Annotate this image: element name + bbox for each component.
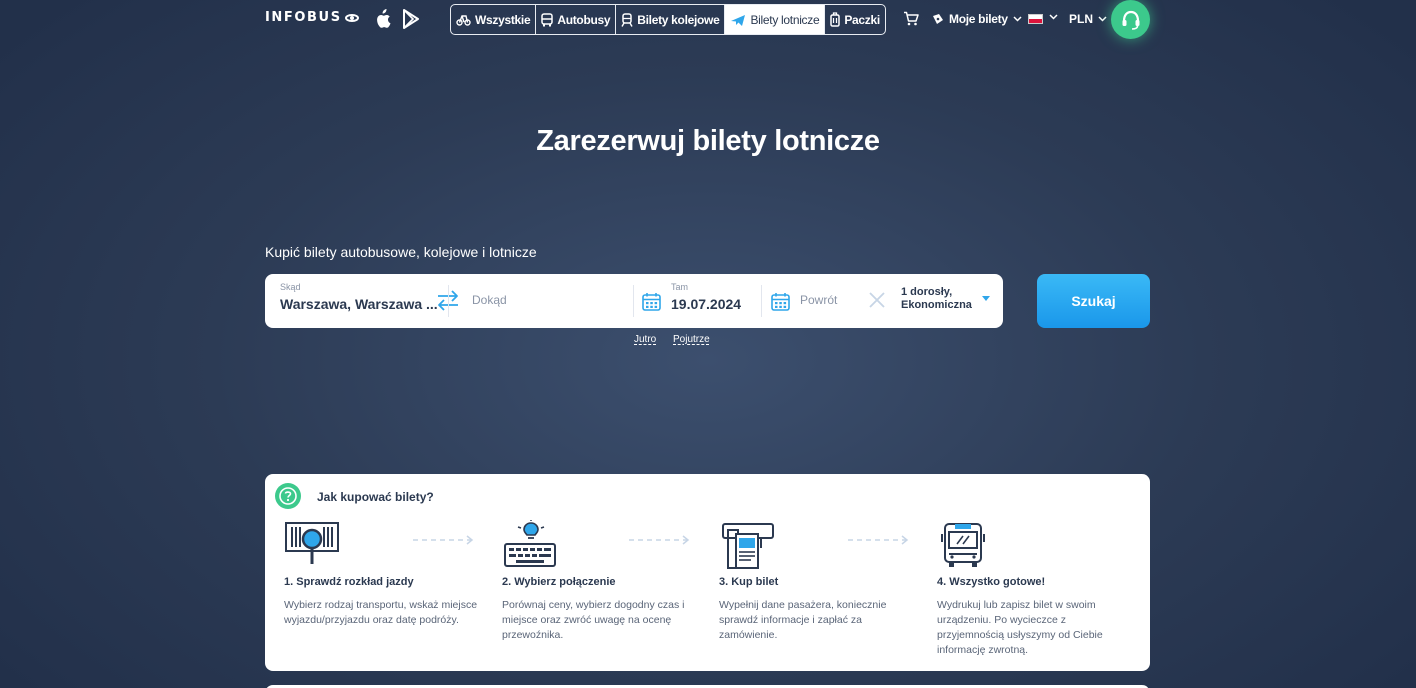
calendar-icon [771,293,790,311]
step-title: 4. Wszystko gotowe! [937,576,1046,588]
step-title: 1. Sprawdź rozkład jazdy [284,576,414,588]
step-title: 2. Wybierz połączenie [502,576,616,588]
top-header: INFOBUS Wszystkie Autobusy Bilety kolejo… [265,0,1150,40]
transport-tabs: Wszystkie Autobusy Bilety kolejowe Bilet… [450,4,886,35]
step-description: Porównaj ceny, wybierz dogodny czas i mi… [502,599,685,641]
field-divider [633,285,634,317]
caret-down-icon[interactable] [982,296,990,301]
step-title: 3. Kup bilet [719,576,779,588]
tab-label: Bilety lotnicze [750,12,820,27]
parcel-icon [830,12,841,27]
headset-icon [1122,10,1139,30]
quick-date-day-after[interactable]: Pojutrze [673,334,710,345]
currency-selector[interactable]: PLN [1069,12,1107,26]
chevron-down-icon [1098,16,1107,22]
ticket-printer-icon [722,523,774,569]
tab-label: Paczki [844,12,880,27]
question-icon [275,483,301,509]
support-button[interactable] [1111,0,1150,39]
clear-return-icon[interactable] [867,290,887,310]
step-description: Wydrukuj lub zapisz bilet w swoim urządz… [937,599,1103,656]
passengers-count: 1 dorosły, [901,286,953,298]
search-subtitle: Kupić bilety autobusowe, kolejowe i lotn… [265,244,537,260]
bus-icon [541,12,554,26]
step-description: Wypełnij dane pasażera, koniecznie spraw… [719,599,887,641]
plane-icon [731,14,746,26]
chevron-down-icon [1013,16,1022,22]
my-tickets-menu[interactable]: Moje bilety [932,12,1022,26]
tab-parcels[interactable]: Paczki [825,5,885,34]
field-divider [761,285,762,317]
dashed-arrow-icon [629,535,690,545]
return-placeholder: Powrót [800,293,838,307]
return-date-field[interactable]: Powrót [800,274,865,328]
to-field[interactable]: Dokąd [472,274,632,328]
search-button[interactable]: Szukaj [1037,274,1150,328]
page-title: Zarezerwuj bilety lotnicze [536,125,880,157]
currency-label: PLN [1069,12,1093,26]
how-to-buy-card: Jak kupować bilety? 1. Sprawdź rozkład j… [265,474,1150,671]
field-divider [448,285,449,317]
bus-front-icon [941,523,985,567]
quick-date-tomorrow[interactable]: Jutro [634,334,656,345]
infobus-logo[interactable]: INFOBUS [265,10,359,25]
calendar-icon [642,293,661,311]
search-form: Skąd Warszawa, Warszawa ... Dokąd Tam 19… [265,274,1003,328]
depart-date-field[interactable]: Tam 19.07.2024 [671,274,761,328]
dashed-arrow-icon [848,535,909,545]
train-icon [621,12,633,27]
dashed-arrow-icon [413,535,474,545]
tab-trains[interactable]: Bilety kolejowe [616,5,726,34]
from-field[interactable]: Skąd Warszawa, Warszawa ... [280,274,440,328]
logo-text: INFOBUS [265,10,342,25]
poland-flag-icon[interactable] [1028,14,1043,24]
to-placeholder: Dokąd [472,293,507,307]
tab-buses[interactable]: Autobusy [536,5,617,34]
cart-icon[interactable] [903,11,919,26]
depart-label: Tam [671,282,689,292]
chevron-down-icon[interactable] [1049,14,1058,20]
how-to-buy-title: Jak kupować bilety? [317,490,434,504]
keyboard-bulb-icon [504,520,556,567]
barcode-search-icon [285,522,339,564]
from-label: Skąd [280,282,301,292]
tab-label: Bilety kolejowe [637,12,720,27]
tab-label: Wszystkie [475,12,531,27]
tab-label: Autobusy [557,12,611,27]
logo-eye-icon [344,13,359,22]
passengers-selector[interactable]: 1 dorosły, Ekonomiczna [901,286,972,312]
tab-flights[interactable]: Bilety lotnicze [725,5,826,34]
apple-icon[interactable] [373,9,391,29]
step-description: Wybierz rodzaj transportu, wskaż miejsce… [284,599,478,626]
cabin-class: Ekonomiczna [901,299,972,311]
tab-all[interactable]: Wszystkie [451,5,537,34]
all-transport-icon [456,15,471,26]
my-tickets-label: Moje bilety [949,12,1008,26]
depart-value: 19.07.2024 [671,296,742,312]
from-value: Warszawa, Warszawa ... [280,296,438,312]
google-play-icon[interactable] [402,9,420,29]
ticket-icon [933,14,943,24]
